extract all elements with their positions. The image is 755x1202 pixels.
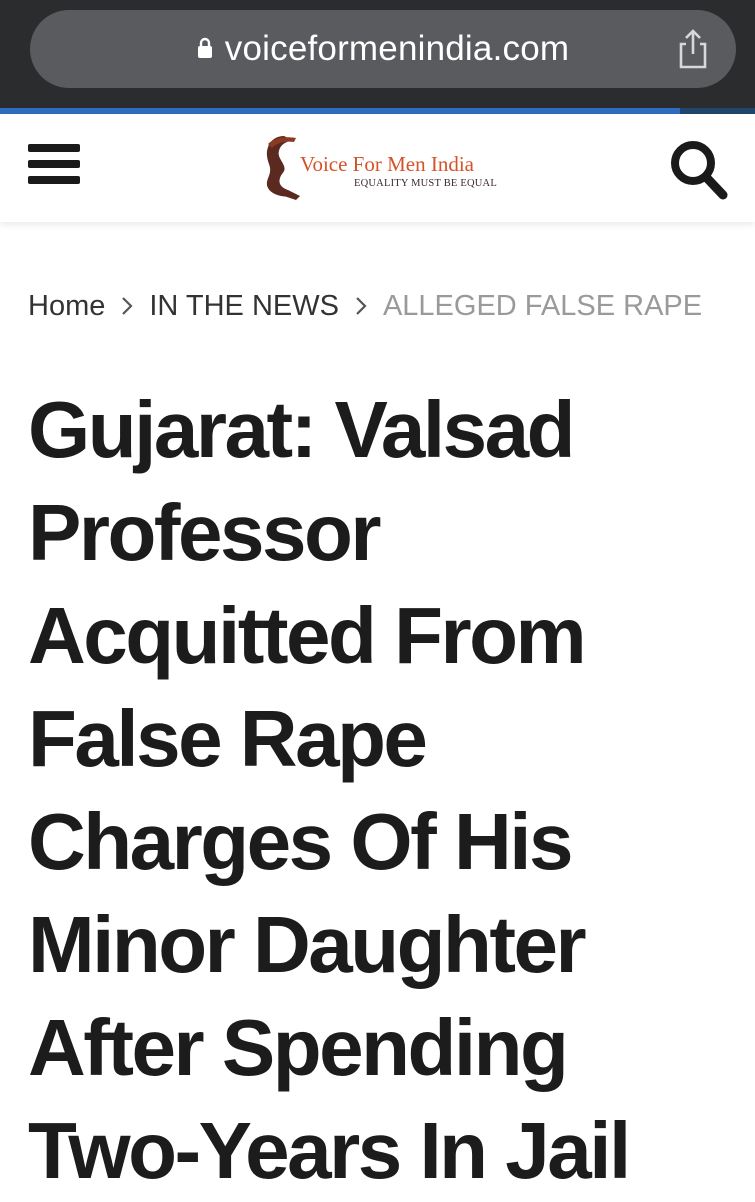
logo-title: Voice For Men India xyxy=(300,152,474,176)
address-bar[interactable]: voiceformenindia.com xyxy=(30,10,736,88)
url-text: voiceformenindia.com xyxy=(224,29,570,68)
browser-toolbar: voiceformenindia.com xyxy=(0,0,755,108)
breadcrumb-home[interactable]: Home xyxy=(28,290,105,323)
hamburger-menu-icon[interactable] xyxy=(28,144,80,192)
lock-icon xyxy=(197,37,212,58)
site-header: Voice For Men India EQUALITY MUST BE EQU… xyxy=(0,114,755,222)
logo-tagline: EQUALITY MUST BE EQUAL xyxy=(354,178,497,189)
breadcrumb-alleged-false-rape[interactable]: ALLEGED FALSE RAPE xyxy=(383,290,702,323)
breadcrumb-in-the-news[interactable]: IN THE NEWS xyxy=(149,290,339,323)
breadcrumb: Home IN THE NEWS ALLEGED FALSE RAPE xyxy=(28,286,702,326)
chevron-right-icon xyxy=(122,297,133,315)
search-icon[interactable] xyxy=(668,138,728,200)
share-icon[interactable] xyxy=(676,28,710,70)
chevron-right-icon xyxy=(356,297,367,315)
article-title: Gujarat: Valsad Professor Acquitted From… xyxy=(28,385,631,1195)
site-logo[interactable]: Voice For Men India EQUALITY MUST BE EQU… xyxy=(262,134,502,204)
